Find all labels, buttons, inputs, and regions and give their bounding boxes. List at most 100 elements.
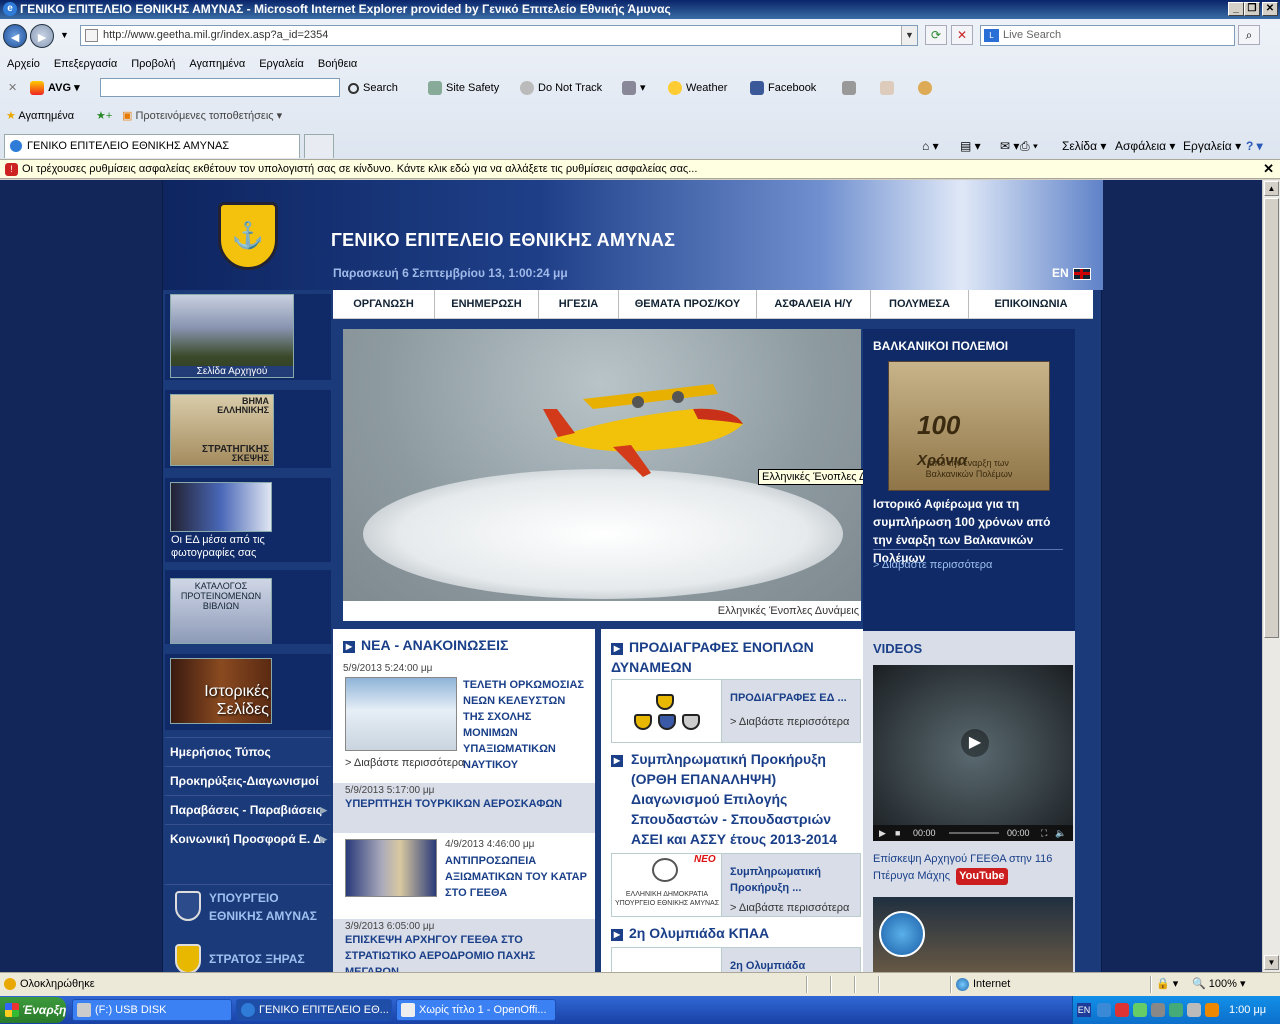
fullscreen-icon[interactable]: ⛶ xyxy=(1041,825,1047,841)
infobar-close-icon[interactable]: ✕ xyxy=(1263,160,1274,178)
minimize-button[interactable]: _ xyxy=(1228,2,1244,16)
safely-remove-icon[interactable] xyxy=(1169,1003,1183,1017)
video-thumb-2[interactable] xyxy=(873,897,1073,972)
nav-personnel[interactable]: ΘΕΜΑΤΑ ΠΡΟΣ/ΚΟΥ xyxy=(619,290,757,319)
menu-favorites[interactable]: Αγαπημένα xyxy=(182,55,252,73)
task-usb-disk[interactable]: (F:) USB DISK xyxy=(72,999,232,1021)
start-button[interactable]: Έναρξη xyxy=(0,997,66,1023)
balkan-read-more-link[interactable]: > Διαβάστε περισσότερα xyxy=(873,559,992,571)
nav-leadership[interactable]: ΗΓΕΣΙΑ xyxy=(539,290,619,319)
news-read-more-link[interactable]: > Διαβάστε περισσότερα xyxy=(345,757,464,769)
video-player[interactable]: ▶ xyxy=(873,665,1073,841)
menu-violations[interactable]: Παραβάσεις - Παραβιάσεις ▶ xyxy=(165,795,331,823)
geetha-emblem-icon[interactable]: ⚓ xyxy=(218,202,278,270)
mail-icon[interactable]: ✉ ▾ xyxy=(1000,134,1019,158)
avg-brand[interactable]: AVG ▾ xyxy=(30,75,80,101)
home-icon[interactable]: ⌂ ▾ xyxy=(922,134,939,158)
nav-organization[interactable]: ΟΡΓΑΝΩΣΗ xyxy=(333,290,435,319)
olympiad-box[interactable]: 2η Ολυμπιάδα xyxy=(611,947,861,972)
specs-box-title[interactable]: ΠΡΟΔΙΑΓΡΑΦΕΣ ΕΔ ... xyxy=(730,690,847,706)
menu-daily-press[interactable]: Ημερήσιος Τύπος xyxy=(165,737,331,765)
historical-banner[interactable]: Ιστορικές Σελίδες xyxy=(165,654,331,730)
weather-button[interactable]: Weather xyxy=(668,75,727,101)
books-banner[interactable]: ΚΑΤΑΛΟΓΟΣ ΠΡΟΤΕΙΝΟΜΕΝΩΝ ΒΙΒΛΙΩΝ xyxy=(165,570,331,644)
nav-it-security[interactable]: ΑΣΦΑΛΕΙΑ Η/Υ xyxy=(757,290,871,319)
facebook-button[interactable]: Facebook xyxy=(750,75,816,101)
update-icon[interactable] xyxy=(1205,1003,1219,1017)
menu-edit[interactable]: Επεξεργασία xyxy=(47,55,124,73)
scroll-down-icon[interactable]: ▼ xyxy=(1264,955,1279,970)
nav-contact[interactable]: ΕΠΙΚΟΙΝΩΝΙΑ xyxy=(969,290,1093,319)
security-infobar[interactable]: ! Οι τρέχουσες ρυθμίσεις ασφαλείας εκθέτ… xyxy=(0,159,1280,179)
protected-mode-icon[interactable]: 🔒 ▾ xyxy=(1156,973,1178,996)
trash-button[interactable]: ▾ xyxy=(622,75,646,101)
forward-button[interactable]: ► xyxy=(30,24,54,48)
army-link[interactable]: ΣΤΡΑΤΟΣ ΞΗΡΑΣ xyxy=(165,938,331,972)
history-dropdown-icon[interactable]: ▼ xyxy=(60,30,69,40)
stop-button-icon[interactable]: ■ xyxy=(895,825,900,841)
specs-read-more-link[interactable]: > Διαβάστε περισσότερα xyxy=(730,716,849,728)
safety-menu[interactable]: Ασφάλεια ▾ xyxy=(1115,134,1175,158)
tools-menu[interactable]: Εργαλεία ▾ xyxy=(1183,134,1241,158)
maximize-button[interactable]: ❐ xyxy=(1244,2,1260,16)
ministry-link[interactable]: ΥΠΟΥΡΓΕΙΟ ΕΘΝΙΚΗΣ ΑΜΥΝΑΣ xyxy=(165,884,331,928)
tab-active[interactable]: ΓΕΝΙΚΟ ΕΠΙΤΕΛΕΙΟ ΕΘΝΙΚΗΣ ΑΜΥΝΑΣ xyxy=(4,134,300,158)
task-ie-window[interactable]: ΓΕΝΙΚΟ ΕΠΙΤΕΛΕΙΟ ΕΘ... xyxy=(236,999,392,1021)
news-thumb[interactable] xyxy=(345,677,457,751)
youtube-logo[interactable]: YouTube xyxy=(956,868,1008,885)
magnifier-tool-icon[interactable] xyxy=(918,75,936,101)
language-indicator[interactable]: EN xyxy=(1077,1003,1091,1017)
news-title[interactable]: ΤΕΛΕΤΗ ΟΡΚΩΜΟΣΙΑΣ ΝΕΩΝ ΚΕΛΕΥΣΤΩΝ ΤΗΣ ΣΧΟ… xyxy=(463,677,589,773)
stop-icon[interactable]: ✕ xyxy=(951,25,973,45)
print-icon[interactable]: ⎙ ▾ xyxy=(1020,134,1038,158)
nav-news[interactable]: ΕΝΗΜΕΡΩΣΗ xyxy=(435,290,539,319)
nav-multimedia[interactable]: ΠΟΛΥΜΕΣΑ xyxy=(871,290,969,319)
favorites-button[interactable]: ★ Αγαπημένα xyxy=(6,105,74,127)
avg-search-button[interactable]: Search xyxy=(348,75,398,101)
specs-box[interactable]: ΠΡΟΔΙΑΓΡΑΦΕΣ ΕΔ ... > Διαβάστε περισσότε… xyxy=(611,679,861,743)
search-go-icon[interactable]: ⌕ xyxy=(1238,25,1260,45)
news-thumb[interactable] xyxy=(345,839,437,897)
zoom-control[interactable]: 🔍 100% ▾ xyxy=(1192,973,1245,996)
menu-social[interactable]: Κοινωνική Προσφορά Ε. Δ. ▶ xyxy=(165,824,331,852)
olympiad-box-title[interactable]: 2η Ολυμπιάδα xyxy=(730,958,805,972)
notice-title[interactable]: Συμπληρωματική Προκήρυξη (ΟΡΘΗ ΕΠΑΝΑΛΗΨΗ… xyxy=(631,749,863,849)
search-input[interactable]: L Live Search xyxy=(980,25,1235,46)
olympiad-heading[interactable]: ▶ 2η Ολυμπιάδα ΚΠΑΑ xyxy=(611,925,769,941)
video-seekbar[interactable] xyxy=(949,832,999,834)
refresh-icon[interactable]: ⟳ xyxy=(925,25,947,45)
nvidia-icon[interactable] xyxy=(1133,1003,1147,1017)
menu-help[interactable]: Βοήθεια xyxy=(311,55,364,73)
volume-icon[interactable]: 🔈 xyxy=(1055,825,1066,841)
notice-read-more-link[interactable]: > Διαβάστε περισσότερα xyxy=(730,902,849,914)
notepad-icon[interactable] xyxy=(880,75,898,101)
vima-banner[interactable]: ΒΗΜΑ ΕΛΛΗΝΙΚΗΣ ΣΤΡΑΤΗΓΙΚΗΣ ΣΚΕΨΗΣ xyxy=(165,390,331,468)
menu-tenders[interactable]: Προκηρύξεις-Διαγωνισμοί xyxy=(165,766,331,794)
volume-tray-icon[interactable] xyxy=(1151,1003,1165,1017)
menu-file[interactable]: Αρχείο xyxy=(0,55,47,73)
video-caption[interactable]: Επίσκεψη Αρχηγού ΓΕΕΘΑ στην 116 Πτέρυγα … xyxy=(873,851,1073,885)
news-title[interactable]: ΕΠΙΣΚΕΨΗ ΑΡΧΗΓΟΥ ΓΕΕΘΑ ΣΤΟ ΣΤΡΑΤΙΩΤΙΚΟ Α… xyxy=(345,932,583,972)
menu-tools[interactable]: Εργαλεία xyxy=(252,55,311,73)
address-dropdown-icon[interactable]: ▼ xyxy=(901,26,917,45)
news-title[interactable]: ΑΝΤΙΠΡΟΣΩΠΕΙΑ ΑΞΙΩΜΑΤΙΚΩΝ ΤΟΥ ΚΑΤΑΡ ΣΤΟ … xyxy=(445,853,589,901)
avg-search-input[interactable] xyxy=(100,78,340,97)
notice-box-title[interactable]: Συμπληρωματική Προκήρυξη ... xyxy=(730,864,858,896)
vertical-scrollbar[interactable]: ▲ ▼ xyxy=(1262,180,1280,972)
notice-box[interactable]: ΕΛΛΗΝΙΚΗ ΔΗΜΟΚΡΑΤΙΑ ΥΠΟΥΡΓΕΙΟ ΕΘΝΙΚΗΣ ΑΜΥ… xyxy=(611,853,861,917)
language-switch[interactable]: EN xyxy=(1052,266,1091,280)
help-icon[interactable]: ? ▾ xyxy=(1246,134,1263,158)
balkan-text[interactable]: Ιστορικό Αφιέρωμα για τη συμπλήρωση 100 … xyxy=(873,495,1068,567)
play-icon[interactable]: ▶ xyxy=(961,729,989,757)
menu-view[interactable]: Προβολή xyxy=(124,55,182,73)
hero-image[interactable] xyxy=(343,329,861,601)
network-icon[interactable] xyxy=(1097,1003,1111,1017)
scroll-up-icon[interactable]: ▲ xyxy=(1264,181,1279,196)
scroll-thumb[interactable] xyxy=(1264,198,1279,638)
do-not-track-button[interactable]: Do Not Track xyxy=(520,75,602,101)
photos-banner[interactable]: Οι ΕΔ μέσα από τις φωτογραφίες σας xyxy=(165,478,331,562)
news-title[interactable]: ΥΠΕΡΠΤΗΣΗ ΤΟΥΡΚΙΚΩΝ ΑΕΡΟΣΚΑΦΩΝ xyxy=(345,796,583,812)
new-tab-button[interactable] xyxy=(304,134,334,158)
calculator-icon[interactable] xyxy=(842,75,860,101)
site-safety-button[interactable]: Site Safety xyxy=(428,75,499,101)
